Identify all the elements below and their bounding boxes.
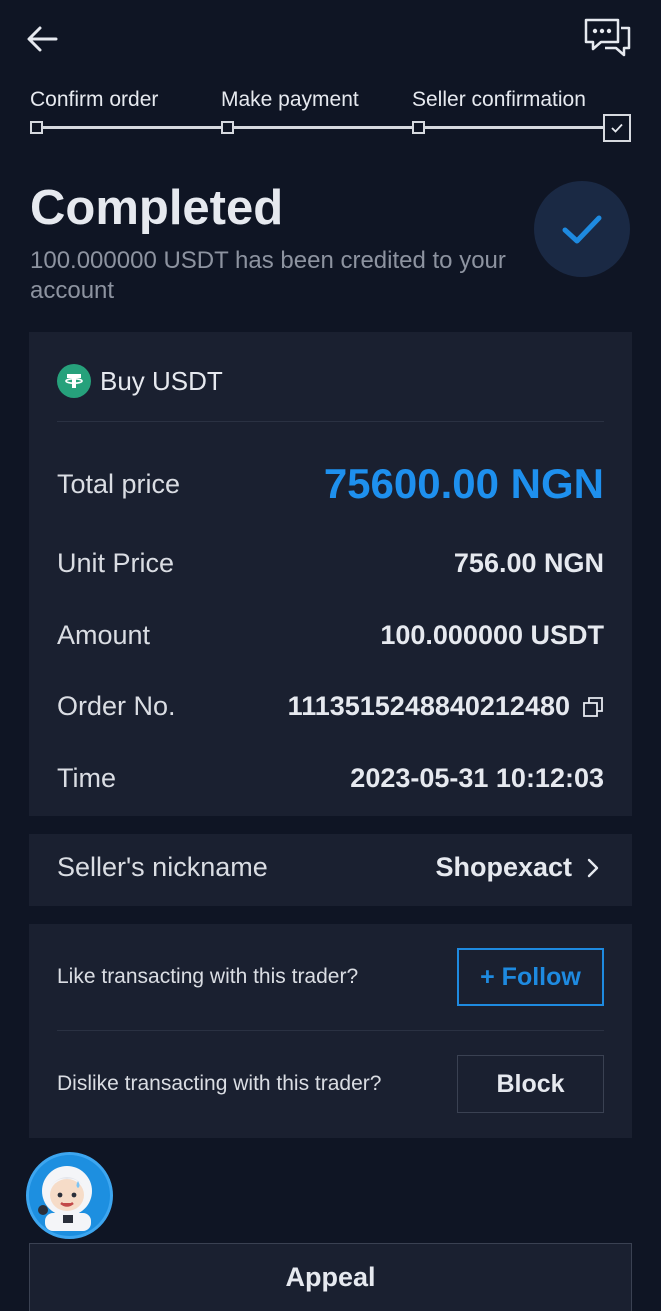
- total-price-row: Total price 75600.00 NGN: [57, 460, 604, 508]
- time-row: Time 2023-05-31 10:12:03: [57, 763, 604, 794]
- order-title: Buy USDT: [100, 365, 223, 396]
- checkmark-icon: [562, 215, 602, 244]
- appeal-button[interactable]: Appeal: [29, 1243, 632, 1311]
- tether-icon: [57, 364, 91, 398]
- step-node-2: [221, 121, 234, 134]
- top-bar: [0, 0, 661, 80]
- seller-row: Seller's nickname Shopexact: [57, 852, 604, 883]
- chat-bubbles-icon: [584, 18, 631, 57]
- order-card: Buy USDT Total price 75600.00 NGN Unit P…: [29, 332, 632, 816]
- step-label-seller: Seller confirmation: [412, 88, 586, 111]
- seller-label: Seller's nickname: [57, 852, 268, 882]
- order-no-value: 1113515248840212480: [287, 691, 570, 721]
- total-price-label: Total price: [57, 468, 181, 499]
- seller-name: Shopexact: [435, 852, 572, 882]
- step-label-confirm: Confirm order: [30, 88, 159, 111]
- seller-link[interactable]: Shopexact: [435, 852, 604, 883]
- step-node-1: [30, 121, 43, 134]
- copy-icon[interactable]: [582, 696, 604, 718]
- step-label-payment: Make payment: [221, 88, 359, 111]
- divider: [57, 421, 604, 422]
- divider: [57, 1030, 604, 1031]
- trader-feedback-card: Like transacting with this trader? + Fol…: [29, 924, 632, 1138]
- unit-price-value: 756.00 NGN: [453, 548, 604, 578]
- order-no-label: Order No.: [57, 691, 176, 721]
- seller-card: Seller's nickname Shopexact: [29, 834, 632, 906]
- amount-label: Amount: [57, 620, 151, 650]
- amount-row: Amount 100.000000 USDT: [57, 620, 604, 651]
- time-value: 2023-05-31 10:12:03: [350, 763, 604, 793]
- status-title: Completed: [30, 181, 284, 235]
- like-question: Like transacting with this trader?: [57, 965, 359, 988]
- order-no-container: 1113515248840212480: [288, 691, 604, 722]
- order-detail-page: Confirm order Make payment Seller confir…: [0, 0, 661, 1311]
- follow-button[interactable]: + Follow: [457, 948, 604, 1006]
- chat-button[interactable]: [583, 16, 633, 62]
- arrow-left-icon: [27, 26, 58, 52]
- order-type: Buy USDT: [57, 364, 223, 398]
- amount-value: 100.000000 USDT: [380, 620, 604, 650]
- progress-line: [38, 126, 608, 129]
- step-final-check: [603, 114, 631, 142]
- step-node-3: [412, 121, 425, 134]
- unit-price-label: Unit Price: [57, 548, 175, 578]
- support-avatar[interactable]: [26, 1152, 113, 1239]
- status-subtitle: 100.000000 USDT has been credited to you…: [30, 247, 506, 304]
- block-button[interactable]: Block: [457, 1055, 604, 1113]
- completed-badge: [534, 181, 630, 277]
- unit-price-row: Unit Price 756.00 NGN: [57, 548, 604, 579]
- order-no-row: Order No. 1113515248840212480: [57, 691, 604, 722]
- astronaut-mascot-icon: [29, 1155, 109, 1235]
- time-label: Time: [57, 763, 116, 793]
- dislike-question: Dislike transacting with this trader?: [57, 1072, 382, 1095]
- back-button[interactable]: [22, 20, 62, 60]
- total-price-value: 75600.00 NGN: [323, 460, 604, 507]
- chevron-right-icon: [587, 858, 599, 877]
- small-check-icon: [611, 123, 623, 133]
